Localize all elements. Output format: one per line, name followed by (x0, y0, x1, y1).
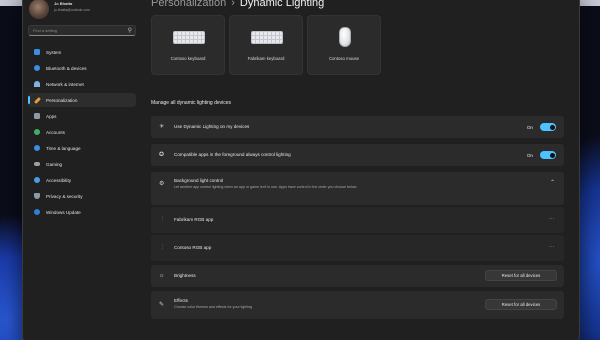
brightness-reset-button[interactable]: Reset for all devices (485, 270, 557, 281)
sidebar-item-label: Accounts (46, 129, 65, 135)
app-row-contoso[interactable]: ⋮ Contoso RGB app ··· (151, 235, 564, 261)
app-row-fabrikam[interactable]: ⋮ Fabrikam RGB app ··· (151, 207, 564, 233)
setting-title: Effects (174, 298, 188, 303)
sidebar-item-accessibility[interactable]: Accessibility (28, 173, 136, 187)
setting-brightness: ☼ Brightness Reset for all devices (151, 265, 564, 287)
section-heading: Manage all dynamic lighting devices (151, 100, 232, 106)
toggle-state: On (526, 124, 533, 130)
sidebar-nav: System Bluetooth & devices Network & int… (28, 45, 140, 221)
apps-icon (34, 113, 40, 119)
brightness-icon: ☼ (159, 273, 165, 279)
keyboard-icon (251, 31, 283, 44)
sidebar-item-label: Windows Update (46, 209, 81, 215)
sidebar-item-label: Gaming (46, 161, 63, 167)
accounts-icon (34, 129, 40, 135)
compatible-apps-toggle[interactable] (540, 151, 556, 159)
sidebar-item-system[interactable]: System (28, 45, 136, 59)
toggle-group: On (527, 123, 556, 131)
gaming-icon (34, 162, 40, 166)
profile-email: jo.bhatta@outlook.com (54, 8, 90, 12)
sidebar-item-apps[interactable]: Apps (28, 109, 136, 123)
sidebar-item-label: Network & internet (46, 81, 84, 87)
keyboard-icon (173, 31, 205, 44)
setting-description: Choose color themes and effects for your… (174, 305, 253, 309)
app-label: Contoso RGB app (174, 245, 212, 250)
more-options-icon[interactable]: ··· (549, 244, 556, 250)
settings-window: Jo Bhatta jo.bhatta@outlook.com Find a s… (22, 0, 580, 340)
gear-icon: ⚙ (159, 181, 165, 187)
search-placeholder: Find a setting (33, 28, 58, 33)
sidebar-item-label: Bluetooth & devices (46, 65, 87, 71)
sidebar-item-network[interactable]: Network & internet (28, 77, 136, 91)
chevron-up-icon[interactable]: ⌃ (550, 179, 555, 186)
sidebar: Jo Bhatta jo.bhatta@outlook.com Find a s… (23, 0, 145, 340)
sidebar-item-label: Apps (46, 113, 57, 119)
lighting-icon: ☀ (159, 124, 165, 130)
search-icon[interactable]: ⚲ (128, 27, 132, 35)
sidebar-item-label: Personalization (46, 97, 78, 103)
globe-icon (34, 145, 40, 151)
toggle-state: On (526, 152, 533, 158)
drag-handle-icon[interactable]: ⋮ (160, 244, 165, 250)
device-card-fabrikam-keyboard[interactable]: Fabrikam keyboard (229, 15, 303, 75)
app-label: Fabrikam RGB app (174, 217, 214, 222)
sidebar-item-gaming[interactable]: Gaming (28, 157, 136, 171)
search-input[interactable]: Find a setting ⚲ (28, 25, 136, 36)
main-content: Personalization › Dynamic Lighting Contoso… (145, 0, 579, 340)
breadcrumb-parent[interactable]: Personalization (151, 0, 226, 9)
setting-use-dynamic-lighting: ☀ Use Dynamic Lighting on my devices On (151, 116, 564, 138)
sidebar-item-bluetooth[interactable]: Bluetooth & devices (28, 61, 136, 75)
sidebar-item-windows-update[interactable]: Windows Update (28, 205, 136, 219)
drag-handle-icon[interactable]: ⋮ (160, 216, 165, 222)
sidebar-item-personalization[interactable]: Personalization (28, 93, 136, 107)
system-icon (34, 49, 40, 55)
shield-icon (34, 193, 40, 199)
setting-title: Brightness (174, 273, 196, 278)
device-card-contoso-mouse[interactable]: Contoso mouse (307, 15, 381, 75)
bluetooth-icon (34, 65, 40, 71)
device-label: Contoso keyboard (170, 56, 206, 61)
sidebar-item-label: Privacy & security (46, 193, 83, 199)
setting-title: Compatible apps in the foreground always… (174, 152, 291, 157)
avatar (29, 0, 49, 19)
device-label: Fabrikam keyboard (247, 56, 285, 61)
page-title: Dynamic Lighting (239, 0, 325, 9)
sidebar-item-privacy[interactable]: Privacy & security (28, 189, 136, 203)
effects-brush-icon: ✎ (159, 302, 165, 308)
apps-lighting-icon: ✪ (159, 152, 165, 158)
sidebar-item-time-language[interactable]: Time & language (28, 141, 136, 155)
brush-icon (33, 96, 42, 104)
sidebar-item-label: System (46, 49, 62, 55)
more-options-icon[interactable]: ··· (549, 216, 556, 222)
user-profile[interactable]: Jo Bhatta jo.bhatta@outlook.com (29, 0, 139, 21)
sidebar-item-label: Accessibility (46, 177, 72, 183)
sidebar-item-accounts[interactable]: Accounts (28, 125, 136, 139)
setting-background-light-control[interactable]: ⚙ Background light control Let another a… (151, 172, 564, 205)
mouse-icon (339, 27, 351, 47)
toggle-group: On (527, 151, 556, 159)
breadcrumb: Personalization › Dynamic Lighting (151, 0, 324, 9)
profile-name: Jo Bhatta (54, 1, 73, 6)
setting-title: Use Dynamic Lighting on my devices (174, 124, 250, 129)
device-card-contoso-keyboard[interactable]: Contoso keyboard (151, 15, 225, 75)
breadcrumb-separator: › (231, 0, 235, 9)
accessibility-icon (34, 177, 40, 183)
effects-reset-button[interactable]: Reset for all devices (485, 299, 557, 310)
setting-description: Let another app control lighting when an… (174, 185, 357, 189)
setting-compatible-apps: ✪ Compatible apps in the foreground alwa… (151, 144, 564, 166)
use-dynamic-lighting-toggle[interactable] (540, 123, 556, 131)
setting-title: Background light control (174, 178, 224, 183)
update-icon (34, 209, 40, 215)
device-label: Contoso mouse (328, 56, 360, 61)
network-icon (34, 81, 40, 87)
setting-effects: ✎ Effects Choose color themes and effect… (151, 291, 564, 319)
sidebar-item-label: Time & language (46, 145, 81, 151)
